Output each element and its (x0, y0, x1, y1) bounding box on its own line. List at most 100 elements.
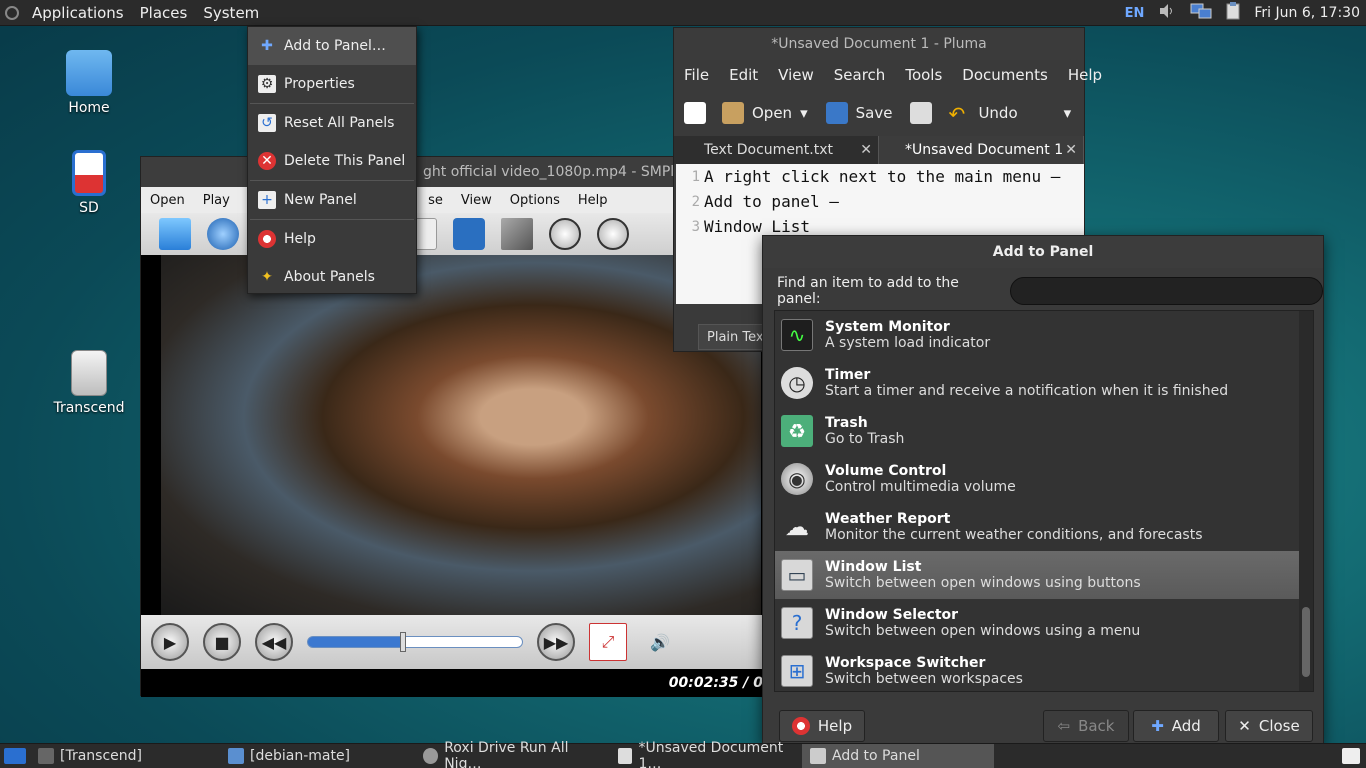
mate-logo-icon[interactable] (0, 0, 24, 26)
undo-button[interactable]: Undo (978, 104, 1017, 122)
close-button[interactable]: ✕ Close (1225, 710, 1313, 742)
list-item-trash[interactable]: ♻ Trash Go to Trash (775, 407, 1313, 455)
tab-unsaved-document[interactable]: *Unsaved Document 1 ✕ (879, 136, 1084, 164)
toolbar-overflow-icon[interactable]: ▾ (1064, 104, 1072, 122)
open-button[interactable]: Open (752, 104, 792, 122)
undo-icon[interactable]: ↶ (948, 102, 970, 126)
trash-icon: ♻ (781, 415, 813, 447)
applications-menu[interactable]: Applications (24, 0, 132, 26)
print-icon[interactable] (910, 102, 933, 124)
stop-icon[interactable]: ■ (203, 623, 241, 661)
smplayer-menu-help[interactable]: Help (569, 193, 617, 208)
open-icon[interactable] (722, 102, 744, 124)
list-scrollbar[interactable] (1299, 311, 1313, 691)
pluma-tabs: Text Document.txt ✕ *Unsaved Document 1 … (674, 136, 1084, 164)
rewind-icon[interactable]: ◀◀ (255, 623, 293, 661)
fullscreen-icon[interactable]: ⤢ (589, 623, 627, 661)
help-button[interactable]: Help (779, 710, 865, 742)
smplayer-menu-open[interactable]: Open (141, 193, 194, 208)
list-item-weather-report[interactable]: ☁ Weather Report Monitor the current weat… (775, 503, 1313, 551)
smplayer-menu-play[interactable]: Play (194, 193, 239, 208)
find-input[interactable] (1010, 277, 1323, 305)
screenshot-icon[interactable] (453, 218, 485, 250)
network-icon[interactable] (1190, 2, 1212, 24)
pluma-menu-help[interactable]: Help (1058, 66, 1112, 84)
editor-line[interactable]: Add to panel – (704, 192, 839, 211)
pluma-menu-edit[interactable]: Edit (719, 66, 768, 84)
list-item-window-list[interactable]: ▭ Window List Switch between open windows… (775, 551, 1313, 599)
pluma-menu-view[interactable]: View (768, 66, 824, 84)
add-button[interactable]: ✚ Add (1133, 710, 1219, 742)
fast-forward-icon[interactable]: ▶▶ (537, 623, 575, 661)
seek-handle[interactable] (400, 632, 406, 652)
pluma-menu-documents[interactable]: Documents (952, 66, 1058, 84)
pluma-menu-search[interactable]: Search (824, 66, 896, 84)
menu-item-help[interactable]: Help (248, 220, 416, 258)
list-item-workspace-switcher[interactable]: ⊞ Workspace Switcher Switch between works… (775, 647, 1313, 691)
item-description: Switch between open windows using a menu (825, 623, 1141, 639)
plus-icon: ✚ (1151, 717, 1164, 735)
menu-item-reset-all-panels[interactable]: ↺ Reset All Panels (248, 104, 416, 142)
menu-item-new-panel[interactable]: + New Panel (248, 181, 416, 219)
new-document-icon[interactable] (684, 102, 706, 124)
save-icon[interactable] (825, 102, 848, 124)
tab-text-document[interactable]: Text Document.txt ✕ (674, 136, 879, 164)
smplayer-menu-browse[interactable]: se (419, 193, 452, 208)
menu-item-properties[interactable]: ⚙ Properties (248, 65, 416, 103)
list-item-timer[interactable]: ◷ Timer Start a timer and receive a notif… (775, 359, 1313, 407)
workspace-switcher[interactable] (1336, 744, 1366, 768)
places-menu[interactable]: Places (132, 0, 196, 26)
dialog-title[interactable]: Add to Panel (763, 236, 1323, 268)
play-icon[interactable]: ▶ (151, 623, 189, 661)
keyboard-layout-indicator[interactable]: EN (1125, 6, 1145, 21)
list-item-window-selector[interactable]: ? Window Selector Switch between open win… (775, 599, 1313, 647)
smplayer-menu-view[interactable]: View (452, 193, 501, 208)
system-menu[interactable]: System (195, 0, 267, 26)
list-item-system-monitor[interactable]: ∿ System Monitor A system load indicator (775, 311, 1313, 359)
preferences-tools-icon[interactable] (501, 218, 533, 250)
desktop-icon-sd[interactable]: SD (44, 150, 134, 216)
smplayer-menu-options[interactable]: Options (501, 193, 569, 208)
taskbar-item-smplayer[interactable]: Roxi Drive Run All Nig… (415, 740, 610, 768)
next-track-icon[interactable] (597, 218, 629, 250)
taskbar-item-pluma[interactable]: *Unsaved Document 1… (610, 740, 802, 768)
taskbar-item-debian-mate[interactable]: [debian-mate] (220, 744, 415, 768)
seek-bar[interactable] (307, 632, 523, 652)
volume-speaker-icon[interactable]: 🔊 (641, 623, 679, 661)
globe-icon[interactable] (207, 218, 239, 250)
editor-line[interactable]: A right click next to the main menu – (704, 167, 1060, 186)
dialog-buttons: Help ⇦ Back ✚ Add ✕ Close (779, 710, 1319, 742)
show-desktop-icon[interactable] (0, 744, 30, 768)
pluma-menu-file[interactable]: File (674, 66, 719, 84)
add-to-panel-dialog: Add to Panel Find an item to add to the … (762, 235, 1324, 745)
desktop-icon-transcend[interactable]: Transcend (44, 350, 134, 416)
close-tab-icon[interactable]: ✕ (1065, 142, 1077, 158)
list-item-volume-control[interactable]: ◉ Volume Control Control multimedia volum… (775, 455, 1313, 503)
previous-track-icon[interactable] (549, 218, 581, 250)
taskbar-item-transcend[interactable]: [Transcend] (30, 744, 220, 768)
menu-item-add-to-panel[interactable]: ✚ Add to Panel… (248, 27, 416, 65)
menu-item-delete-panel[interactable]: ✕ Delete This Panel (248, 142, 416, 180)
back-button[interactable]: ⇦ Back (1043, 710, 1129, 742)
folder-icon (228, 748, 244, 764)
scrollbar-thumb[interactable] (1302, 607, 1310, 677)
star-icon: ✦ (261, 269, 273, 285)
pluma-title[interactable]: *Unsaved Document 1 - Pluma (674, 28, 1084, 60)
desktop-icon-home[interactable]: Home (44, 50, 134, 116)
applet-list[interactable]: ∿ System Monitor A system load indicator … (774, 310, 1314, 692)
clock[interactable]: Fri Jun 6, 17:30 (1254, 5, 1360, 21)
workspace-switcher-icon: ⊞ (781, 655, 813, 687)
system-tray: EN Fri Jun 6, 17:30 (1125, 0, 1366, 26)
menu-item-about-panels[interactable]: ✦ About Panels (248, 258, 416, 296)
save-button[interactable]: Save (856, 104, 893, 122)
window-icon (38, 748, 54, 764)
clipboard-icon[interactable] (1226, 2, 1240, 24)
pluma-menu-tools[interactable]: Tools (895, 66, 952, 84)
editor-line[interactable]: Window List (704, 217, 810, 236)
open-folder-icon[interactable] (159, 218, 191, 250)
playback-controls: ▶ ■ ◀◀ ▶▶ ⤢ 🔊 (141, 615, 781, 669)
volume-icon[interactable] (1158, 3, 1176, 23)
close-tab-icon[interactable]: ✕ (860, 142, 872, 158)
taskbar-item-add-to-panel[interactable]: Add to Panel (802, 743, 994, 768)
open-dropdown-icon[interactable]: ▾ (800, 104, 808, 122)
